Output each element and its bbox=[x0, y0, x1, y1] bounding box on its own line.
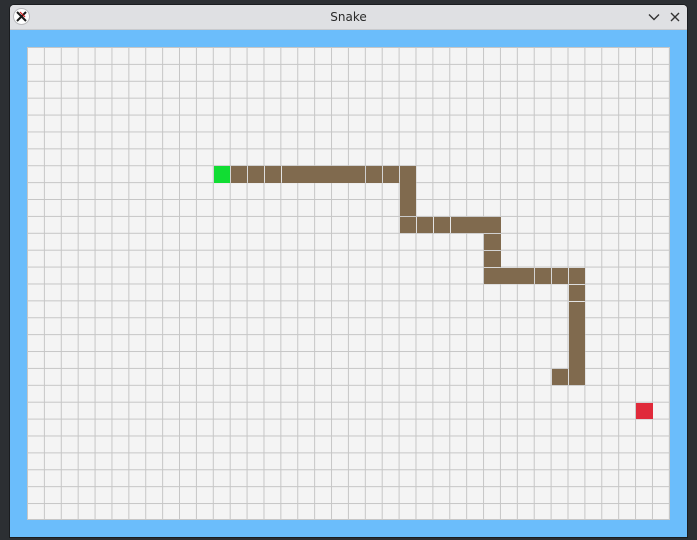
snake-body-segment bbox=[568, 318, 586, 335]
snake-body-segment bbox=[568, 369, 586, 386]
minimize-button[interactable] bbox=[644, 7, 664, 27]
snake-body-segment bbox=[230, 166, 248, 183]
snake-body-segment bbox=[416, 217, 434, 234]
snake-body-segment bbox=[484, 267, 501, 285]
snake-body-segment bbox=[433, 217, 450, 234]
snake-body-segment bbox=[501, 267, 518, 285]
snake-body-segment bbox=[281, 166, 298, 183]
snake-body-segment bbox=[568, 352, 586, 369]
snake-body-segment bbox=[484, 250, 501, 268]
snake-body-segment bbox=[315, 166, 332, 183]
snake-body-segment bbox=[332, 166, 349, 183]
snake-body-segment bbox=[399, 217, 417, 234]
snake-body-segment bbox=[535, 267, 552, 285]
snake-body-segment bbox=[568, 284, 586, 301]
snake-body-segment bbox=[349, 166, 366, 183]
snake-body-segment bbox=[568, 301, 586, 318]
snake-body-segment bbox=[551, 267, 569, 285]
chevron-down-icon bbox=[648, 14, 660, 21]
snake-body-segment bbox=[450, 217, 467, 234]
snake-head bbox=[213, 166, 231, 183]
snake-body-segment bbox=[247, 166, 265, 183]
snake-body-segment bbox=[467, 217, 484, 234]
game-frame bbox=[10, 30, 687, 537]
snake-body-segment bbox=[366, 166, 383, 183]
title-bar[interactable]: Snake bbox=[10, 5, 687, 30]
snake-body-segment bbox=[264, 166, 281, 183]
snake-body-segment bbox=[568, 335, 586, 352]
snake-body-segment bbox=[382, 166, 400, 183]
snake-body-segment bbox=[399, 200, 417, 217]
snake-body-segment bbox=[298, 166, 315, 183]
window-title: Snake bbox=[330, 10, 367, 24]
snake-body-segment bbox=[399, 166, 417, 183]
snake-body-segment bbox=[484, 233, 501, 251]
close-icon bbox=[670, 12, 680, 22]
snake-body-segment bbox=[484, 217, 501, 234]
snake-body-segment bbox=[518, 267, 535, 285]
food-item bbox=[636, 402, 653, 420]
game-board[interactable] bbox=[27, 47, 670, 520]
snake-body-segment bbox=[568, 267, 586, 285]
snake-body-segment bbox=[551, 369, 569, 386]
close-button[interactable] bbox=[665, 7, 685, 27]
snake-window: Snake bbox=[10, 5, 687, 537]
snake-body-segment bbox=[399, 183, 417, 200]
